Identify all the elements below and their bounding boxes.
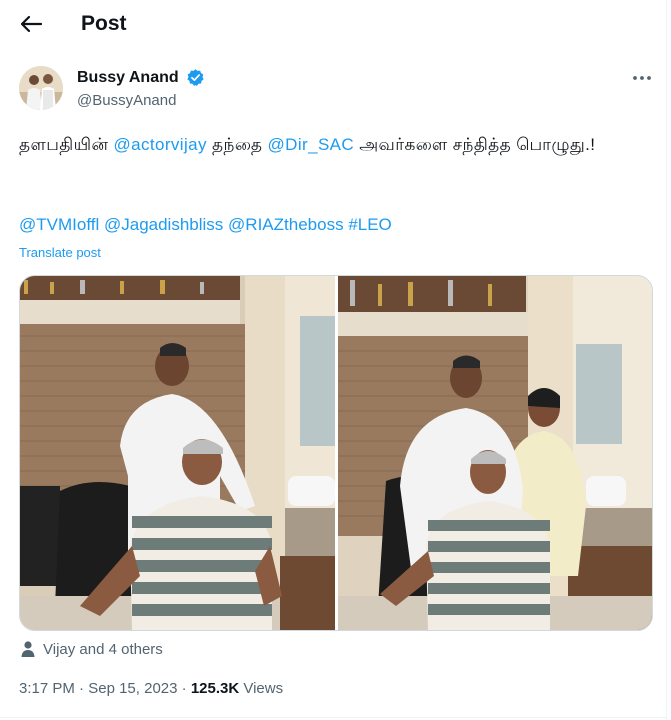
meta-separator: · [181,680,187,697]
more-button[interactable] [630,66,654,90]
post-time[interactable]: 3:17 PM [19,680,75,697]
column-border [666,0,667,720]
tweet-text: தளபதியின் @actorvijay தந்தை @Dir_SAC அவர… [19,131,639,159]
more-horizontal-icon [633,76,651,80]
views-label: Views [243,680,284,697]
person-icon [21,641,35,657]
mention-actorvijay[interactable]: @actorvijay [113,135,206,154]
header: Post [0,0,667,48]
author-name[interactable]: Bussy Anand [77,68,179,88]
mention-dir-sac[interactable]: @Dir_SAC [268,135,355,154]
mention-riaztheboss[interactable]: @RIAZtheboss [228,215,344,234]
page-title: Post [81,12,127,35]
verified-badge-icon [187,69,204,86]
mention-tvmioffl[interactable]: @TVMIoffl [19,215,99,234]
author-handle[interactable]: @BussyAnand [77,91,176,111]
media-grid [19,275,653,631]
tweet-text-segment: தளபதியின் [19,135,114,154]
back-button[interactable] [18,10,46,38]
tweet-text-segment: தந்தை [206,135,268,154]
avatar[interactable] [19,66,63,110]
photo-1[interactable] [20,276,335,631]
tweet-tags: @TVMIoffl @Jagadishbliss @RIAZtheboss #L… [19,212,392,238]
post-date[interactable]: Sep 15, 2023 [88,680,177,697]
hashtag-leo[interactable]: #LEO [348,215,391,234]
meta-separator: · [79,680,85,697]
divider [0,717,667,718]
post-metadata: 3:17 PM · Sep 15, 2023 · 125.3K Views [19,679,283,699]
arrow-left-icon [20,15,43,33]
translate-post-link[interactable]: Translate post [19,244,101,262]
tweet-text-segment: அவர்களை சந்தித்த பொழுது.! [354,135,596,154]
views-count: 125.3K [190,680,240,697]
tagged-users[interactable]: Vijay and 4 others [19,638,163,660]
photo-2[interactable] [338,276,653,631]
tagged-users-label: Vijay and 4 others [43,640,163,658]
mention-jagadishbliss[interactable]: @Jagadishbliss [104,215,223,234]
